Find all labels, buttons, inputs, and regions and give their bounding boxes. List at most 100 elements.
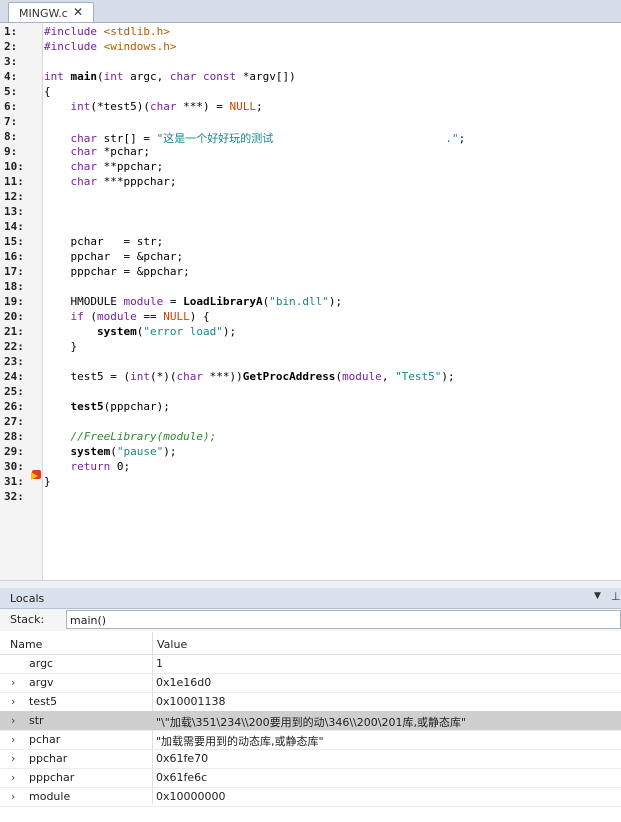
- table-row[interactable]: › ppchar 0x61fe70: [0, 749, 621, 769]
- line-number: 26:: [4, 400, 24, 413]
- variable-value: 0x61fe6c: [156, 771, 208, 784]
- line-number: 25:: [4, 385, 24, 398]
- line-number: 16:: [4, 250, 24, 263]
- line-number: 11:: [4, 175, 24, 188]
- chevron-right-icon[interactable]: ›: [11, 752, 15, 765]
- code-line[interactable]: char *pchar;: [44, 145, 150, 158]
- chevron-right-icon[interactable]: ›: [11, 714, 15, 727]
- stack-select[interactable]: main(): [66, 610, 621, 629]
- line-number: 18:: [4, 280, 24, 293]
- code-line[interactable]: char str[] = "这是一个好好玩的测试 .";: [44, 130, 466, 146]
- variable-name: test5: [29, 695, 58, 708]
- variable-name: pppchar: [29, 771, 75, 784]
- code-line[interactable]: char ***pppchar;: [44, 175, 177, 188]
- variable-value: "加载需要用到的动态库,或静态库": [156, 735, 324, 748]
- code-line[interactable]: ppchar = &pchar;: [44, 250, 183, 263]
- code-line[interactable]: #include <stdlib.h>: [44, 25, 170, 38]
- table-row[interactable]: › argv 0x1e16d0: [0, 673, 621, 693]
- code-line[interactable]: char **ppchar;: [44, 160, 164, 173]
- line-number: 29:: [4, 445, 24, 458]
- variable-value: 0x1e16d0: [156, 676, 212, 689]
- close-icon[interactable]: ✕: [73, 5, 83, 19]
- variable-value: 1: [156, 657, 163, 670]
- table-row[interactable]: argc 1: [0, 654, 621, 674]
- code-line[interactable]: pchar = str;: [44, 235, 163, 248]
- variable-name: pchar: [29, 733, 61, 746]
- code-line[interactable]: test5 = (int(*)(char ***))GetProcAddress…: [44, 370, 454, 383]
- line-number: 22:: [4, 340, 24, 353]
- variable-value: 0x61fe70: [156, 752, 209, 765]
- code-line[interactable]: }: [44, 340, 77, 353]
- line-number: 21:: [4, 325, 24, 338]
- table-row[interactable]: › module 0x10000000: [0, 787, 621, 807]
- line-number: 28:: [4, 430, 24, 443]
- line-number: 15:: [4, 235, 24, 248]
- line-number: 23:: [4, 355, 24, 368]
- stack-label: Stack:: [10, 613, 45, 626]
- panel-splitter[interactable]: [0, 580, 621, 588]
- dropdown-arrow-icon[interactable]: ▼: [594, 591, 601, 601]
- table-row[interactable]: › str "\"加载\351\234\\200要用到的动\346\\200\201…: [0, 711, 621, 731]
- table-row[interactable]: › pchar "加载需要用到的动态库,或静态库": [0, 730, 621, 750]
- line-number-gutter[interactable]: 1: 2: 3: 4: 5: 6: 7: 8: 9: 10: 11: 12: 13: 14: 15: 16: 1…: [0, 23, 43, 580]
- line-number: 5:: [4, 85, 18, 98]
- chevron-right-icon[interactable]: ›: [11, 676, 15, 689]
- chevron-right-icon[interactable]: ›: [11, 695, 15, 708]
- pin-icon[interactable]: ⊥: [611, 590, 621, 603]
- table-row[interactable]: › pppchar 0x61fe6c: [0, 768, 621, 788]
- code-line[interactable]: HMODULE module = LoadLibraryA("bin.dll")…: [44, 295, 342, 308]
- code-line[interactable]: int main(int argc, char const *argv[]): [44, 70, 296, 83]
- locals-title: Locals: [10, 592, 45, 605]
- code-line[interactable]: if (module == NULL) {: [44, 310, 210, 323]
- line-number: 6:: [4, 100, 18, 113]
- line-number: 7:: [4, 115, 18, 128]
- stack-value: main(): [70, 614, 107, 627]
- code-editor[interactable]: 1: 2: 3: 4: 5: 6: 7: 8: 9: 10: 11: 12: 13: 14: 15: 16: 1…: [0, 23, 621, 580]
- line-number: 9:: [4, 145, 18, 158]
- variable-name: ppchar: [29, 752, 68, 765]
- tab-label: MINGW.c: [19, 7, 68, 20]
- line-number: 30:: [4, 460, 24, 473]
- code-line[interactable]: system("pause");: [44, 445, 177, 458]
- code-line[interactable]: {: [44, 85, 51, 98]
- code-line[interactable]: pppchar = &ppchar;: [44, 265, 189, 278]
- code-area[interactable]: #include <stdlib.h> #include <windows.h> i…: [44, 23, 619, 580]
- variable-value: 0x10001138: [156, 695, 226, 708]
- line-number: 19:: [4, 295, 24, 308]
- line-number: 13:: [4, 205, 24, 218]
- column-header-value[interactable]: Value: [157, 638, 187, 651]
- code-line[interactable]: #include <windows.h>: [44, 40, 176, 53]
- variable-name: str: [29, 714, 44, 727]
- code-line[interactable]: return 0;: [44, 460, 131, 473]
- variable-name: argc: [29, 657, 54, 670]
- line-number: 10:: [4, 160, 24, 173]
- line-number: 27:: [4, 415, 24, 428]
- chevron-right-icon[interactable]: ›: [11, 771, 15, 784]
- tab-mingw-c[interactable]: MINGW.c ✕: [8, 2, 94, 22]
- variable-name: argv: [29, 676, 54, 689]
- code-line[interactable]: system("error load");: [44, 325, 236, 338]
- line-number: 31:: [4, 475, 24, 488]
- locals-grid: Name Value argc 1 › argv 0x1e16d0 › test5 0x100…: [0, 632, 621, 822]
- line-number: 8:: [4, 130, 18, 143]
- code-line[interactable]: }: [44, 475, 51, 488]
- line-number: 17:: [4, 265, 24, 278]
- code-line[interactable]: int(*test5)(char ***) = NULL;: [44, 100, 263, 113]
- code-line[interactable]: test5(pppchar);: [44, 400, 170, 413]
- variable-value: 0x10000000: [156, 790, 226, 803]
- line-number: 3:: [4, 55, 18, 68]
- line-number: 12:: [4, 190, 24, 203]
- table-row[interactable]: › test5 0x10001138: [0, 692, 621, 712]
- variable-value: "\"加载\351\234\\200要用到的动\346\\200\201库,或静…: [156, 716, 467, 729]
- line-number: 2:: [4, 40, 18, 53]
- chevron-right-icon[interactable]: ›: [11, 733, 15, 746]
- line-number: 20:: [4, 310, 24, 323]
- line-number: 1:: [4, 25, 18, 38]
- code-line[interactable]: //FreeLibrary(module);: [44, 430, 217, 443]
- locals-panel-header: Locals ▼ ⊥: [0, 588, 621, 609]
- column-header-name[interactable]: Name: [10, 638, 42, 651]
- variable-name: module: [29, 790, 71, 803]
- editor-tab-bar: MINGW.c ✕: [0, 0, 621, 23]
- line-number: 14:: [4, 220, 24, 233]
- chevron-right-icon[interactable]: ›: [11, 790, 15, 803]
